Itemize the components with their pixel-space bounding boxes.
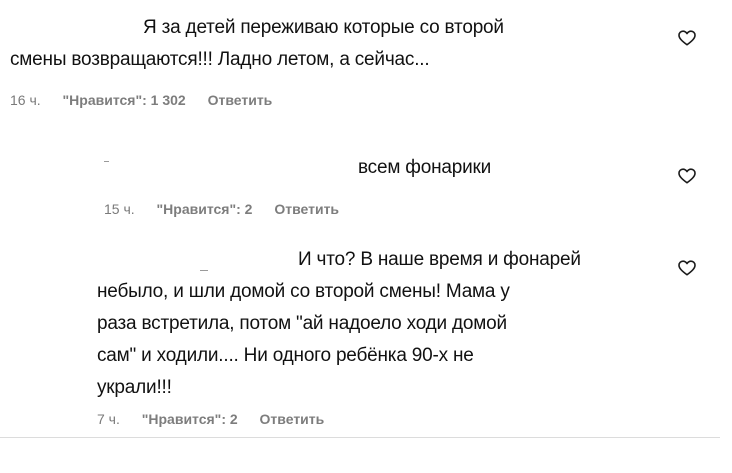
comment-3-time: 7 ч.: [97, 411, 120, 427]
comment-2-text: всем фонарики: [358, 157, 492, 178]
bottom-divider: [0, 437, 720, 438]
comment-1-meta: 16 ч. "Нравится": 1 302 Ответить: [10, 92, 272, 108]
comment-3-line-3: раза встретила, потом "ай надоело ходи д…: [97, 313, 507, 334]
hidden-username-mark: [104, 161, 109, 162]
comment-2: всем фонарики 15 ч. "Нравится": 2 Ответи…: [0, 140, 732, 230]
heart-icon[interactable]: [678, 168, 696, 184]
hidden-username-mark: [200, 270, 208, 271]
comment-2-time: 15 ч.: [104, 201, 135, 217]
comment-1-likes[interactable]: "Нравится": 1 302: [63, 92, 186, 108]
comment-3-likes[interactable]: "Нравится": 2: [142, 411, 238, 427]
comment-3-meta: 7 ч. "Нравится": 2 Ответить: [97, 411, 324, 427]
comment-1-line-1: Я за детей переживаю которые со второй: [143, 17, 504, 38]
comment-3-line-4: сам" и ходили.... Ни одного ребёнка 90-х…: [97, 345, 474, 366]
comment-1: Я за детей переживаю которые со второй с…: [0, 0, 732, 120]
comment-2-meta: 15 ч. "Нравится": 2 Ответить: [104, 201, 339, 217]
comment-3-line-1: И что? В наше время и фонарей: [298, 249, 581, 270]
comment-3: И что? В наше время и фонарей небыло, и …: [0, 240, 732, 435]
comment-3-line-2: небыло, и шли домой со второй смены! Мам…: [97, 281, 510, 302]
heart-icon[interactable]: [678, 260, 696, 276]
comment-2-likes[interactable]: "Нравится": 2: [157, 201, 253, 217]
comment-3-reply-button[interactable]: Ответить: [260, 411, 325, 427]
comment-3-line-5: украли!!!: [97, 377, 172, 398]
comment-1-time: 16 ч.: [10, 92, 41, 108]
comment-1-line-2: смены возвращаются!!! Ладно летом, а сей…: [10, 49, 430, 70]
heart-icon[interactable]: [678, 30, 696, 46]
comment-2-reply-button[interactable]: Ответить: [274, 201, 339, 217]
comment-1-reply-button[interactable]: Ответить: [208, 92, 273, 108]
